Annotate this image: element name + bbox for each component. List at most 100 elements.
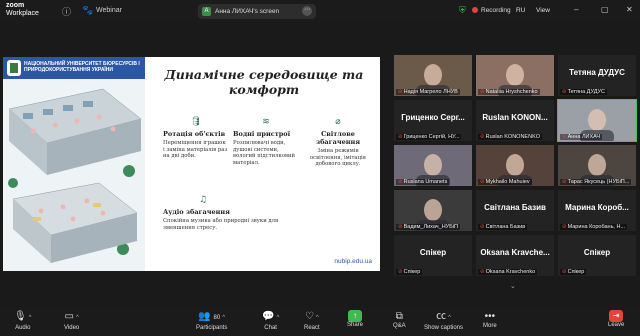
cc-icon: ㏄ ^ xyxy=(436,311,451,322)
more-options-icon[interactable]: ⋯ xyxy=(302,6,312,16)
language-selector[interactable]: RU xyxy=(516,7,525,14)
share-button[interactable]: ↑ Share xyxy=(347,310,363,328)
chevron-down-icon[interactable]: ⌄ xyxy=(510,282,516,290)
participant-tile[interactable]: ⊘Анна ЛИХАЧ xyxy=(557,99,637,142)
participant-name-label: ⊘Тетяна ДУДУС xyxy=(560,89,607,95)
participant-name: Спікер xyxy=(567,269,585,275)
participant-name: Oksana Kravchenko xyxy=(485,269,536,275)
react-button[interactable]: ♡ ^ React xyxy=(304,310,320,331)
muted-mic-icon: ⊘ xyxy=(398,134,403,140)
participants-count: 80 xyxy=(213,315,221,321)
participant-tile[interactable]: Тетяна ДУДУС ⊘Тетяна ДУДУС xyxy=(558,55,636,96)
zoom-logo: zoom Workplace xyxy=(6,2,39,18)
participant-name: Ruslan KONONENKO xyxy=(485,134,541,140)
participant-name-label: ⊘Oksana Kravchenko xyxy=(478,269,538,275)
sharer-avatar: A xyxy=(202,7,211,16)
more-button[interactable]: ••• More xyxy=(483,310,497,329)
participant-name: Надія Магрело ЛНУВ xyxy=(403,89,458,95)
participant-name-label: ⊘Світлана Базив xyxy=(478,224,528,230)
more-dots-icon: ••• xyxy=(484,311,496,322)
muted-mic-icon: ⊘ xyxy=(480,134,485,140)
participant-tile[interactable]: Гриценко Серг... ⊘Гриценко Сергій, НУ... xyxy=(394,100,472,141)
feature-water: ≋ Водні пристрої Розпилювачі води, душов… xyxy=(233,117,299,166)
university-header: НАЦІОНАЛЬНИЙ УНІВЕРСИТЕТ БІОРЕСУРСІВ І П… xyxy=(3,57,145,79)
muted-mic-icon: ⊘ xyxy=(398,224,403,230)
audio-button[interactable]: 🎙 ^ Audio xyxy=(14,310,32,331)
participant-display-name: Oksana Kravche... xyxy=(480,248,550,257)
logo-line1: zoom xyxy=(6,2,25,9)
slide-title: Динамічне середовище та комфорт xyxy=(164,67,364,97)
participant-tile[interactable]: Спікер ⊘Спікер xyxy=(394,235,472,276)
minimize-icon[interactable]: – xyxy=(574,5,578,14)
participant-tile[interactable]: Oksana Kravche... ⊘Oksana Kravchenko xyxy=(476,235,554,276)
participant-tile[interactable]: Світлана Базив ⊘Світлана Базив xyxy=(476,190,554,231)
info-icon[interactable]: ⓘ xyxy=(62,5,71,18)
muted-mic-icon: ⊘ xyxy=(398,269,403,275)
close-icon[interactable]: ✕ xyxy=(626,5,633,14)
react-label: React xyxy=(304,325,320,331)
participant-name-label: ⊘Nataliia Hryshchenko xyxy=(478,89,540,95)
leave-button[interactable]: ⇥ Leave xyxy=(608,310,624,328)
recording-indicator[interactable]: Recording xyxy=(472,7,511,14)
participants-button[interactable]: 👥 80 ^ Participants xyxy=(196,310,227,331)
participant-name: Nataliia Hryshchenko xyxy=(485,89,538,95)
screen-share-pill[interactable]: A Анна ЛИХАЧ's screen ⋯ xyxy=(198,4,316,19)
participant-name: Mykhailo Mahuiev xyxy=(485,179,530,185)
more-label: More xyxy=(483,323,497,329)
chat-button[interactable]: 💬 ^ Chat xyxy=(262,310,279,331)
meeting-type: Webinar xyxy=(96,7,122,14)
video-button[interactable]: ▭ ^ Video xyxy=(64,310,79,331)
participant-name-label: ⊘Надія Магрело ЛНУВ xyxy=(396,89,460,95)
camera-icon: ▭ ^ xyxy=(64,311,79,322)
participant-display-name: Ruslan KONON... xyxy=(482,113,548,122)
captions-label: Show captions xyxy=(424,325,464,331)
chat-label: Chat xyxy=(264,325,277,331)
qa-button[interactable]: ⧉ Q&A xyxy=(393,310,406,329)
participant-name: Гриценко Сергій, НУ... xyxy=(403,134,460,140)
shared-slide: НАЦІОНАЛЬНИЙ УНІВЕРСИТЕТ БІОРЕСУРСІВ І П… xyxy=(3,57,380,271)
muted-mic-icon: ⊘ xyxy=(562,224,567,230)
feature-text: Зміна режимів освітлення, імітація добов… xyxy=(309,148,367,167)
slide-footer-url: nubip.edu.ua xyxy=(334,258,372,265)
participant-name-label: ⊘Вадим_Лихач_НУБіП xyxy=(396,224,460,230)
feature-text: Спокійна музика або природні звуки для з… xyxy=(163,218,279,231)
muted-mic-icon: ⊘ xyxy=(480,89,485,95)
share-label: Share xyxy=(347,322,364,328)
participant-tile[interactable]: ⊘Надія Магрело ЛНУВ xyxy=(394,55,472,96)
farm-illustration xyxy=(3,79,145,271)
participant-tile[interactable]: ⊘Nataliia Hryshchenko xyxy=(476,55,554,96)
captions-button[interactable]: ㏄ ^ Show captions xyxy=(424,310,463,331)
feature-heading: Ротація об'єктів xyxy=(163,130,226,138)
recording-label: Recording xyxy=(481,7,511,14)
leave-label: Leave xyxy=(608,322,625,328)
participant-tile[interactable]: ⊘Mykhailo Mahuiev xyxy=(476,145,554,186)
participant-display-name: Спікер xyxy=(583,248,611,257)
video-label: Video xyxy=(64,325,80,331)
view-button[interactable]: View xyxy=(536,7,550,14)
exit-icon: ⇥ xyxy=(609,310,624,322)
feature-text: Розпилювачі води, душові системи, вологи… xyxy=(233,140,296,166)
participant-display-name: Світлана Базив xyxy=(484,203,546,212)
logo-line2: Workplace xyxy=(6,10,39,17)
top-bar: zoom Workplace ⓘ 🐾 Webinar A Анна ЛИХАЧ'… xyxy=(0,0,640,22)
participant-tile[interactable]: Спікер ⊘Спікер xyxy=(558,235,636,276)
participant-tile[interactable]: ⊘Вадим_Лихач_НУБіП xyxy=(394,190,472,231)
music-note-icon: ♫ xyxy=(198,195,208,205)
participant-tile[interactable]: ⊘Тарас Якусець (НУБіП... xyxy=(558,145,636,186)
shield-icon[interactable]: ⛨ xyxy=(459,5,466,16)
participant-name-label: ⊘Ruslan KONONENKO xyxy=(478,134,543,140)
participant-name-label: ⊘Ruslana Umanets xyxy=(396,179,450,185)
participant-tile[interactable]: Ruslan KONON... ⊘Ruslan KONONENKO xyxy=(476,100,554,141)
lightbulb-off-icon: ⌀ xyxy=(335,117,341,127)
microphone-icon: 🎙 ^ xyxy=(14,311,32,322)
participant-name-label: ⊘Анна ЛИХАЧ xyxy=(560,134,603,140)
participant-tile[interactable]: ⊘Ruslana Umanets xyxy=(394,145,472,186)
participant-tile[interactable]: Марина Короб... ⊘Марина Коробань, Н... xyxy=(558,190,636,231)
participant-name-label: ⊘Mykhailo Mahuiev xyxy=(478,179,532,185)
qa-icon: ⧉ xyxy=(395,311,403,322)
participant-name-label: ⊘Гриценко Сергій, НУ... xyxy=(396,134,462,140)
muted-mic-icon: ⊘ xyxy=(398,89,403,95)
participant-name-label: ⊘Спікер xyxy=(560,269,587,275)
maximize-icon[interactable]: ▢ xyxy=(601,5,609,14)
feature-heading: Водні пристрої xyxy=(233,130,291,138)
